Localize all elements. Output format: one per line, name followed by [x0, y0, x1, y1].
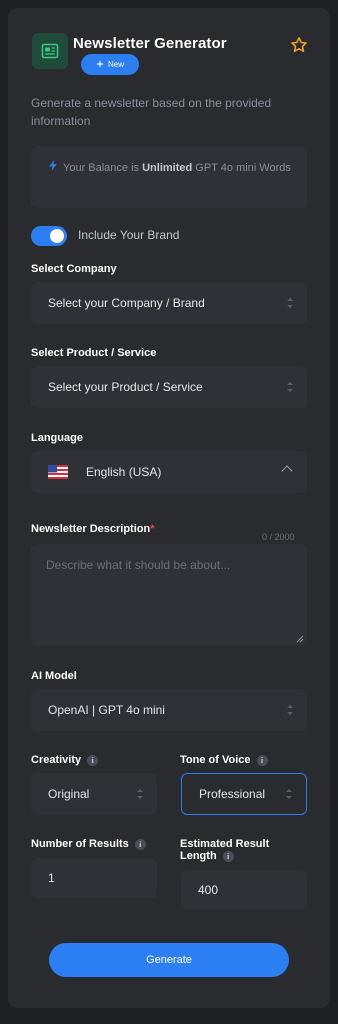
- lightning-icon: [49, 157, 57, 179]
- select-arrows-icon: [287, 705, 293, 715]
- estimated-length-input[interactable]: 400: [181, 870, 307, 910]
- info-icon[interactable]: i: [134, 838, 146, 850]
- include-brand-label: Include Your Brand: [78, 228, 180, 242]
- number-of-results-label: Number of Results i: [31, 838, 146, 850]
- newsletter-description-label: Newsletter Description*: [31, 523, 155, 535]
- chevron-up-icon: [281, 465, 293, 477]
- company-select[interactable]: Select your Company / Brand: [31, 282, 307, 324]
- ai-model-select[interactable]: OpenAI | GPT 4o mini: [31, 689, 307, 731]
- language-select[interactable]: English (USA): [31, 451, 307, 493]
- select-arrows-icon: [287, 382, 293, 392]
- company-label: Select Company: [31, 263, 117, 275]
- creativity-label: Creativity i: [31, 754, 99, 766]
- page-title: Newsletter Generator: [73, 35, 227, 52]
- newsletter-icon: [32, 33, 68, 69]
- product-label: Select Product / Service: [31, 347, 157, 359]
- include-brand-toggle[interactable]: [31, 226, 67, 246]
- balance-prefix: Your Balance is: [63, 162, 140, 174]
- product-select[interactable]: Select your Product / Service: [31, 366, 307, 408]
- favorite-star-icon[interactable]: [290, 36, 308, 54]
- select-arrows-icon: [286, 789, 292, 799]
- language-label: Language: [31, 432, 83, 444]
- sparkle-icon: [95, 59, 104, 70]
- balance-unit: Words: [259, 162, 291, 174]
- info-icon[interactable]: i: [87, 754, 99, 766]
- textarea-placeholder: Describe what it should be about...: [46, 558, 231, 572]
- language-select-value: English (USA): [86, 465, 162, 479]
- balance-box: Your Balance is Unlimited GPT 4o mini Wo…: [31, 146, 307, 208]
- info-icon[interactable]: i: [222, 850, 234, 862]
- generator-card: Newsletter Generator New Generate a news…: [8, 8, 330, 1008]
- tone-of-voice-label: Tone of Voice i: [180, 754, 268, 766]
- generate-button[interactable]: Generate: [49, 943, 289, 977]
- tone-of-voice-select[interactable]: Professional: [181, 773, 307, 815]
- company-select-value: Select your Company / Brand: [48, 296, 205, 310]
- page-description: Generate a newsletter based on the provi…: [31, 96, 272, 128]
- new-badge: New: [81, 54, 139, 75]
- number-of-results-input[interactable]: 1: [31, 858, 157, 898]
- us-flag-icon: [48, 465, 68, 479]
- creativity-select-value: Original: [48, 787, 90, 801]
- select-arrows-icon: [287, 298, 293, 308]
- select-arrows-icon: [137, 789, 143, 799]
- estimated-length-label: Estimated Result Length i: [180, 838, 270, 862]
- ai-model-label: AI Model: [31, 670, 77, 682]
- product-select-value: Select your Product / Service: [48, 380, 203, 394]
- balance-model: GPT 4o mini: [195, 162, 257, 174]
- resize-handle-icon[interactable]: [296, 635, 304, 643]
- newsletter-description-input[interactable]: Describe what it should be about...: [31, 544, 307, 646]
- balance-amount: Unlimited: [142, 162, 193, 174]
- number-of-results-value: 1: [48, 871, 55, 885]
- badge-label: New: [107, 60, 124, 69]
- info-icon[interactable]: i: [256, 754, 268, 766]
- creativity-select[interactable]: Original: [31, 773, 157, 815]
- tone-of-voice-select-value: Professional: [199, 787, 266, 801]
- estimated-length-value: 400: [198, 883, 219, 897]
- ai-model-select-value: OpenAI | GPT 4o mini: [48, 703, 165, 717]
- character-counter: 0 / 2000: [262, 532, 295, 542]
